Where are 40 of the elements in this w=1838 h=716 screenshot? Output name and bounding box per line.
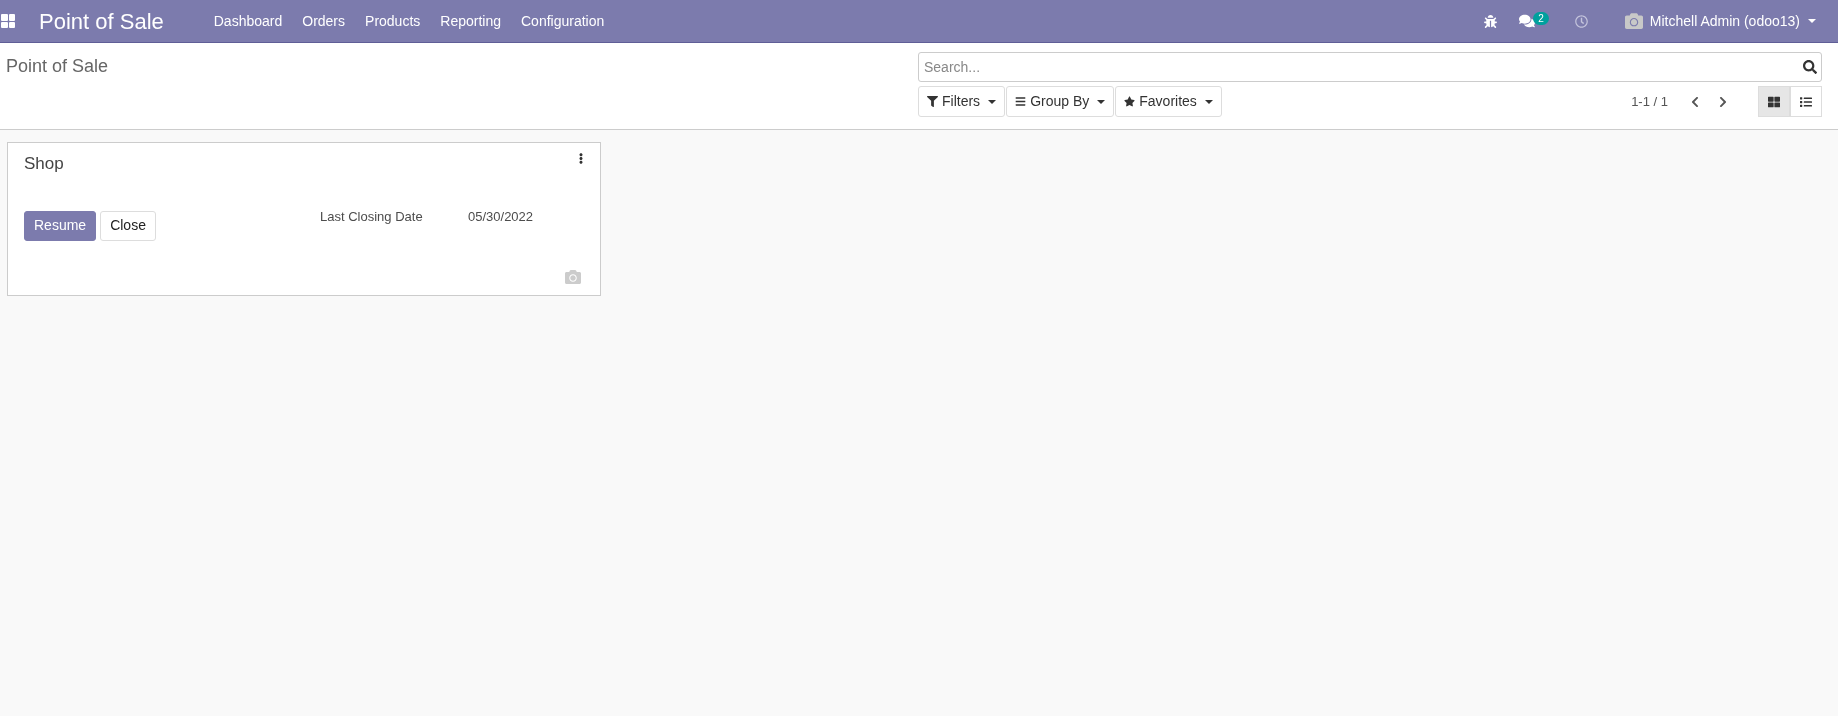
menu-item[interactable]: Dashboard	[203, 10, 293, 32]
field-label: Last Closing Date	[320, 207, 424, 226]
star-icon	[1124, 96, 1136, 107]
user-menu[interactable]: Mitchell Admin (odoo13)	[1649, 10, 1816, 32]
pager-value: 1-1 / 1	[1631, 92, 1668, 111]
list-icon	[1015, 96, 1027, 107]
camera-icon	[564, 269, 582, 285]
apps-menu-icon[interactable]	[1, 14, 15, 28]
list-icon	[1800, 95, 1812, 108]
search-option-button[interactable]: Favorites	[1115, 86, 1222, 117]
field-value: 05/30/2022	[468, 207, 534, 226]
resume-button[interactable]: Resume	[24, 210, 97, 241]
search-option-button[interactable]: Group By	[1006, 86, 1115, 117]
kanban-card[interactable]: Shop Resume Close Last Closing Date 05/30/2022	[7, 142, 601, 296]
caret-icon	[1097, 99, 1106, 104]
next-icon[interactable]	[1718, 95, 1728, 108]
funnel-icon	[927, 96, 938, 107]
kanban-view-button[interactable]	[1758, 86, 1790, 117]
breadcrumb: Point of Sale	[6, 56, 109, 76]
avatar-camera-icon	[1623, 12, 1644, 30]
more-options-icon[interactable]	[578, 153, 584, 164]
menu-item[interactable]: Products	[355, 10, 431, 32]
card-title: Shop	[24, 153, 64, 175]
close-button[interactable]: Close	[100, 210, 156, 241]
messages-button[interactable]: 2	[1519, 13, 1549, 29]
list-view-button[interactable]	[1790, 86, 1822, 117]
menu-item[interactable]: Reporting	[430, 10, 511, 32]
caret-icon	[988, 99, 997, 104]
grid-icon	[1768, 95, 1780, 108]
search-icon[interactable]	[1803, 60, 1817, 74]
search-field[interactable]: Search...	[918, 52, 1822, 82]
menu-item[interactable]: Orders	[292, 10, 356, 32]
caret-icon	[1204, 99, 1213, 104]
app-title: Point of Sale	[39, 7, 164, 36]
search-option-button[interactable]: Filters	[918, 86, 1006, 117]
message-count-badge: 2	[1533, 11, 1549, 25]
caret-icon	[1808, 19, 1816, 23]
previous-icon[interactable]	[1690, 95, 1700, 108]
menu-item[interactable]: Configuration	[511, 10, 615, 32]
bug-icon[interactable]	[1484, 14, 1498, 28]
